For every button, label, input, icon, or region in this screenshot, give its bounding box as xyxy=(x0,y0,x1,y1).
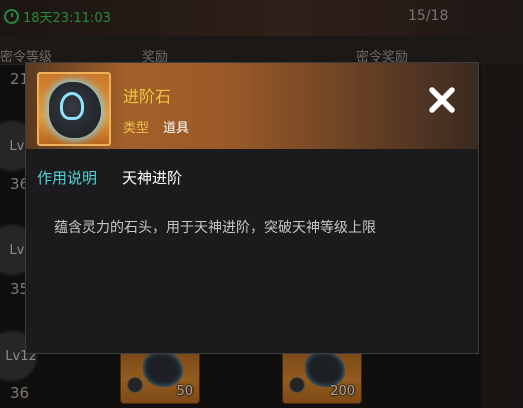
usage-value: 天神进阶 xyxy=(122,169,183,187)
item-type-label: 类型 xyxy=(123,121,150,136)
close-button[interactable] xyxy=(425,83,459,117)
item-icon-frame xyxy=(37,72,111,146)
item-detail-popup: 进阶石 类型 道具 作用说明 天神进阶 蕴含灵力的石头，用于天神进阶，突破天神等… xyxy=(25,62,479,354)
rune-glyph-icon xyxy=(60,92,84,120)
item-type-value: 道具 xyxy=(163,121,190,136)
popup-header: 进阶石 类型 道具 xyxy=(26,63,478,149)
item-name: 进阶石 xyxy=(123,87,172,106)
usage-label: 作用说明 xyxy=(37,169,98,187)
item-description: 蕴含灵力的石头，用于天神进阶，突破天神等级上限 xyxy=(54,220,376,236)
close-x-icon xyxy=(429,87,455,113)
